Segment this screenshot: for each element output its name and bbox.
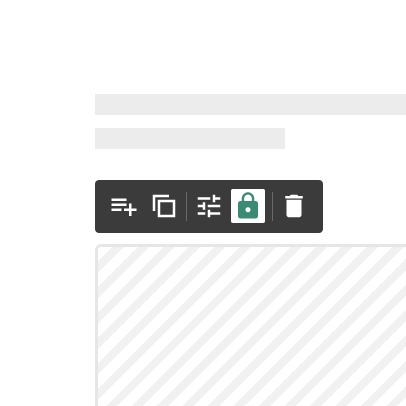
add-block-button[interactable]	[107, 189, 141, 223]
block-settings-button[interactable]	[192, 189, 226, 223]
delete-block-button[interactable]	[277, 189, 311, 223]
lock-block-button[interactable]	[231, 189, 265, 223]
editor-canvas	[0, 0, 406, 406]
block-placeholder[interactable]	[95, 244, 406, 406]
toolbar-divider	[272, 192, 273, 221]
playlist-add-icon	[111, 198, 137, 216]
lock-icon	[238, 192, 258, 219]
duplicate-icon	[152, 194, 176, 218]
skeleton-text-line	[95, 94, 406, 115]
duplicate-block-button[interactable]	[147, 189, 181, 223]
tune-settings-icon	[197, 194, 221, 218]
block-toolbar	[95, 180, 323, 233]
skeleton-text-line-short	[95, 128, 285, 149]
trash-icon	[285, 194, 303, 218]
toolbar-divider	[186, 192, 187, 221]
